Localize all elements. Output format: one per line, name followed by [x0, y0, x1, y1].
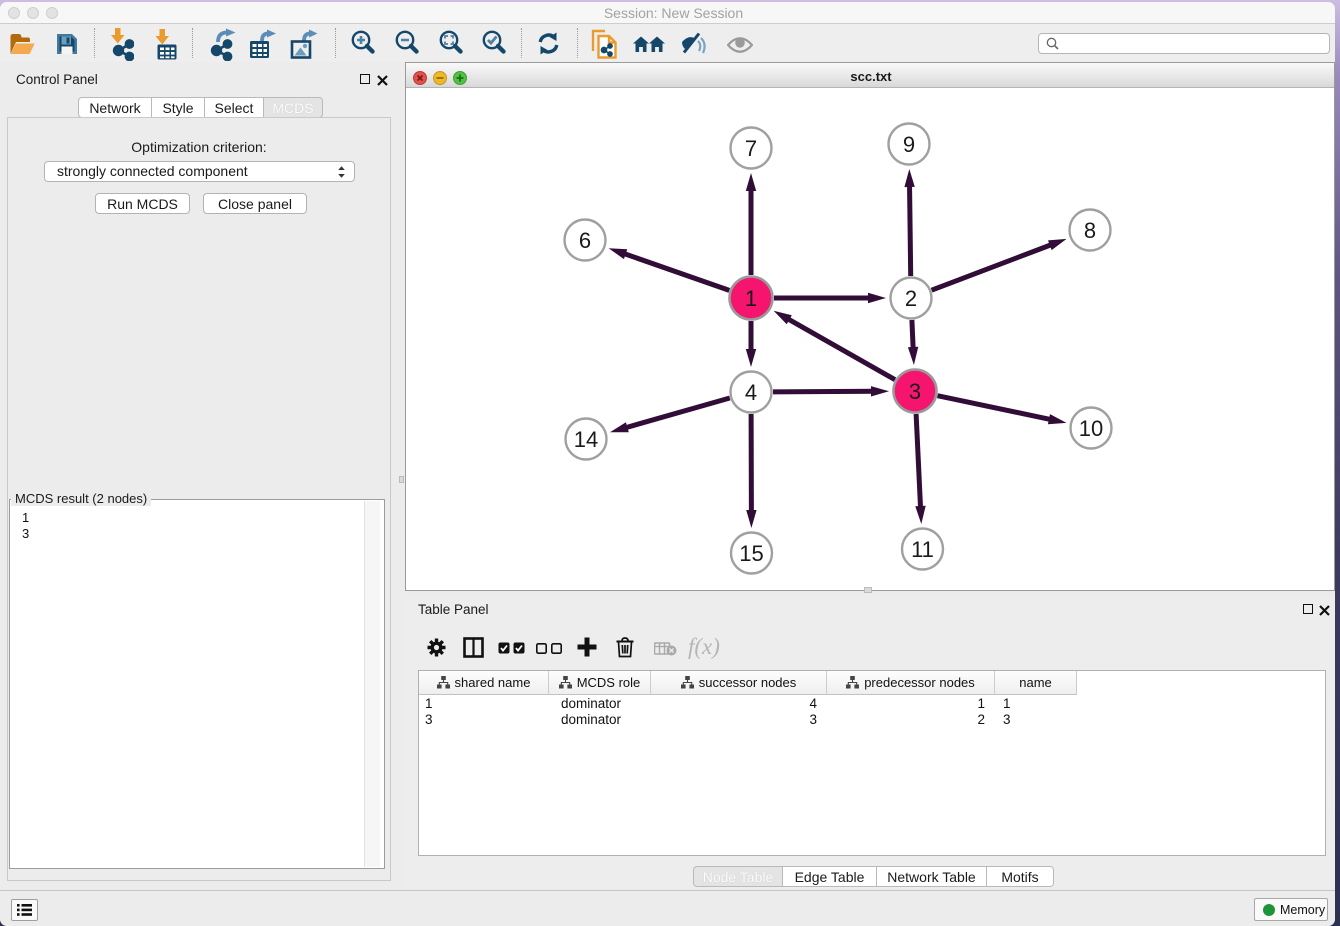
- svg-text:10: 10: [1079, 416, 1103, 441]
- svg-text:11: 11: [911, 537, 934, 562]
- svg-text:7: 7: [745, 136, 757, 161]
- svg-text:9: 9: [903, 132, 915, 157]
- svg-text:2: 2: [905, 286, 917, 311]
- svg-text:14: 14: [574, 427, 598, 452]
- svg-text:15: 15: [739, 541, 763, 566]
- svg-text:8: 8: [1084, 218, 1096, 243]
- svg-text:3: 3: [909, 379, 921, 404]
- svg-text:1: 1: [745, 286, 757, 311]
- svg-text:6: 6: [579, 228, 591, 253]
- svg-text:4: 4: [745, 380, 757, 405]
